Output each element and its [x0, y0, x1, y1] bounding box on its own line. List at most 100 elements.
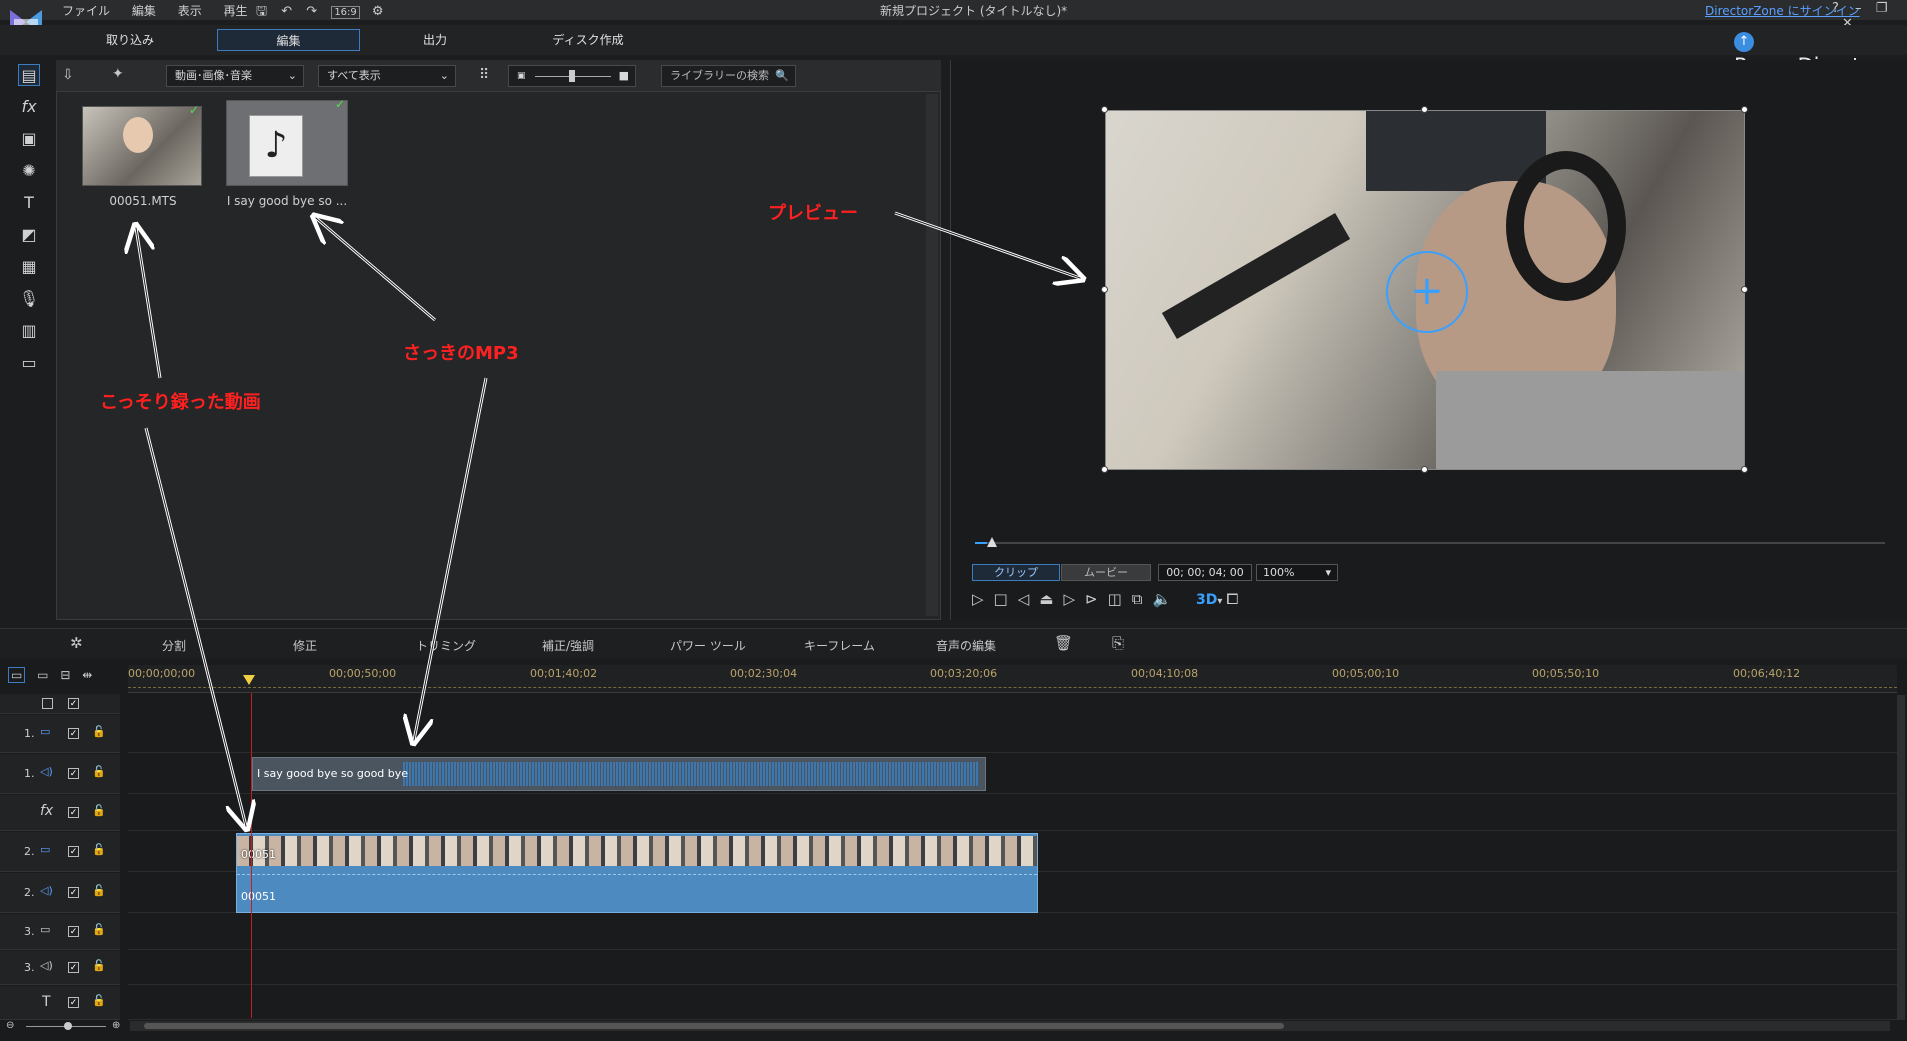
- lock-icon[interactable]: 🔓: [92, 804, 106, 817]
- resize-handle[interactable]: [1421, 466, 1428, 473]
- clip-mode-button[interactable]: クリップ: [972, 564, 1060, 581]
- track-enable-checkbox[interactable]: ✓: [68, 962, 79, 973]
- fit-timeline-icon[interactable]: ⊟: [60, 668, 70, 682]
- select-all-checkbox[interactable]: [42, 698, 53, 709]
- next-frame-icon[interactable]: ▷: [1063, 590, 1085, 608]
- mark-icon[interactable]: ⏏: [1039, 590, 1063, 608]
- undock-preview-icon[interactable]: ⧠: [1226, 590, 1248, 608]
- audio-clip-mp3[interactable]: I say good bye so good bye: [252, 757, 986, 791]
- move-crosshair-icon[interactable]: +: [1386, 251, 1468, 333]
- timeline-view-icon[interactable]: ▭: [8, 667, 26, 683]
- playback-scrubber[interactable]: [975, 537, 1885, 547]
- menu-edit[interactable]: 編集: [132, 4, 156, 18]
- maximize-button[interactable]: ❐: [1876, 1, 1888, 16]
- view-filter-select[interactable]: すべて表示 ⌄: [318, 65, 456, 87]
- keyframe-button[interactable]: キーフレーム: [804, 637, 875, 654]
- library-item-audio[interactable]: ✓ ♪: [226, 97, 348, 186]
- search-icon[interactable]: 🔍: [775, 66, 789, 86]
- particle-room-icon[interactable]: ✺: [18, 160, 40, 182]
- library-search-box[interactable]: ライブラリーの検索 🔍: [661, 65, 796, 87]
- slider-thumb[interactable]: [569, 70, 575, 82]
- track-row-audio-3[interactable]: [128, 951, 1897, 985]
- audio-mixing-icon[interactable]: ▦: [18, 256, 40, 278]
- clip-properties-icon[interactable]: ⎘: [1112, 634, 1124, 652]
- play-icon[interactable]: ▷: [972, 590, 994, 608]
- tab-disc[interactable]: ディスク作成: [540, 29, 636, 51]
- media-filter-select[interactable]: 動画･画像･音楽 ⌄: [166, 65, 304, 87]
- library-search-input[interactable]: ライブラリーの検索: [670, 69, 769, 82]
- lock-icon[interactable]: 🔓: [92, 959, 106, 972]
- resize-handle[interactable]: [1741, 466, 1748, 473]
- fast-forward-icon[interactable]: ⊳: [1085, 590, 1108, 608]
- title-room-icon[interactable]: T: [18, 192, 40, 214]
- 3d-button[interactable]: 3D: [1196, 592, 1217, 608]
- zoom-thumb[interactable]: [64, 1022, 72, 1030]
- tab-produce[interactable]: 出力: [390, 29, 480, 51]
- plugin-icon[interactable]: ✦: [112, 66, 124, 82]
- track-enable-checkbox[interactable]: ✓: [68, 887, 79, 898]
- zoom-in-icon[interactable]: ⊕: [112, 1020, 120, 1031]
- track-enable-checkbox[interactable]: ✓: [68, 997, 79, 1008]
- effects-room-icon[interactable]: fx: [18, 96, 40, 118]
- movie-mode-button[interactable]: ムービー: [1061, 564, 1151, 581]
- snapshot-icon[interactable]: ◫: [1108, 590, 1132, 608]
- track-enable-checkbox[interactable]: ✓: [68, 846, 79, 857]
- lock-icon[interactable]: 🔓: [92, 994, 106, 1007]
- chapter-room-icon[interactable]: ▥: [18, 320, 40, 342]
- storyboard-view-icon[interactable]: ▭: [37, 668, 48, 682]
- power-tools-button[interactable]: パワー ツール: [670, 637, 746, 654]
- aspect-ratio-select[interactable]: 16:9: [331, 6, 360, 19]
- timeline-ruler[interactable]: 00;00;00;00 00;00;50;00 00;01;40;02 00;0…: [128, 665, 1897, 693]
- fix-button[interactable]: 修正: [293, 637, 317, 654]
- zoom-out-icon[interactable]: ⊖: [6, 1020, 14, 1031]
- magic-tools-icon[interactable]: ✲: [70, 634, 83, 652]
- timeline-hscrollbar[interactable]: [130, 1021, 1890, 1031]
- enable-all-checkbox[interactable]: ✓: [68, 698, 79, 709]
- save-icon[interactable]: 🖫: [256, 4, 267, 19]
- pip-room-icon[interactable]: ▣: [18, 128, 40, 150]
- video-clip-00051[interactable]: 00051 00051: [236, 833, 1038, 913]
- resize-handle[interactable]: [1741, 106, 1748, 113]
- lock-icon[interactable]: 🔓: [92, 884, 106, 897]
- import-media-icon[interactable]: ⇩: [62, 67, 74, 83]
- track-enable-checkbox[interactable]: ✓: [68, 728, 79, 739]
- lock-icon[interactable]: 🔓: [92, 843, 106, 856]
- hscroll-thumb[interactable]: [144, 1023, 1284, 1029]
- resize-handle[interactable]: [1101, 106, 1108, 113]
- subtitle-room-icon[interactable]: ▭: [18, 352, 40, 374]
- menu-play[interactable]: 再生: [224, 4, 248, 18]
- pip-preview-icon[interactable]: ⧉: [1132, 590, 1153, 608]
- grid-view-icon[interactable]: ⠿: [479, 67, 489, 83]
- help-button[interactable]: ?: [1832, 1, 1839, 16]
- track-enable-checkbox[interactable]: ✓: [68, 807, 79, 818]
- stop-icon[interactable]: □: [994, 590, 1018, 608]
- lock-icon[interactable]: 🔓: [92, 765, 106, 778]
- library-item-video[interactable]: ✓: [82, 103, 202, 186]
- resize-handle[interactable]: [1421, 106, 1428, 113]
- zoom-select[interactable]: 100% ▾: [1256, 564, 1338, 581]
- undo-icon[interactable]: ↶: [281, 4, 292, 19]
- split-button[interactable]: 分割: [162, 637, 186, 654]
- playhead-marker-icon[interactable]: [243, 675, 255, 685]
- audio-edit-button[interactable]: 音声の編集: [936, 637, 996, 654]
- resize-handle[interactable]: [1101, 466, 1108, 473]
- zoom-timeline-icon[interactable]: ⇹: [82, 668, 92, 682]
- tab-capture[interactable]: 取り込み: [80, 29, 180, 51]
- track-enable-checkbox[interactable]: ✓: [68, 926, 79, 937]
- trash-icon[interactable]: 🗑: [1054, 634, 1073, 652]
- transition-room-icon[interactable]: ◩: [18, 224, 40, 246]
- menu-file[interactable]: ファイル: [62, 4, 110, 18]
- redo-icon[interactable]: ↷: [306, 4, 317, 19]
- timeline-zoom-slider[interactable]: ⊖ ⊕: [6, 1020, 122, 1032]
- minimize-button[interactable]: –: [1855, 1, 1862, 16]
- track-row-fx[interactable]: [128, 795, 1897, 831]
- media-room-icon[interactable]: ▤: [18, 64, 40, 86]
- trim-button[interactable]: トリミング: [416, 637, 476, 654]
- timeline-vscrollbar[interactable]: [1897, 695, 1905, 1020]
- settings-icon[interactable]: ⚙: [372, 4, 384, 19]
- prev-frame-icon[interactable]: ◁: [1018, 590, 1040, 608]
- enhance-button[interactable]: 補正/強調: [542, 637, 594, 654]
- thumbnail-size-slider[interactable]: ▣ ■: [508, 65, 636, 87]
- tab-edit[interactable]: 編集: [217, 29, 360, 51]
- timecode-display[interactable]: 00; 00; 04; 00: [1158, 564, 1252, 581]
